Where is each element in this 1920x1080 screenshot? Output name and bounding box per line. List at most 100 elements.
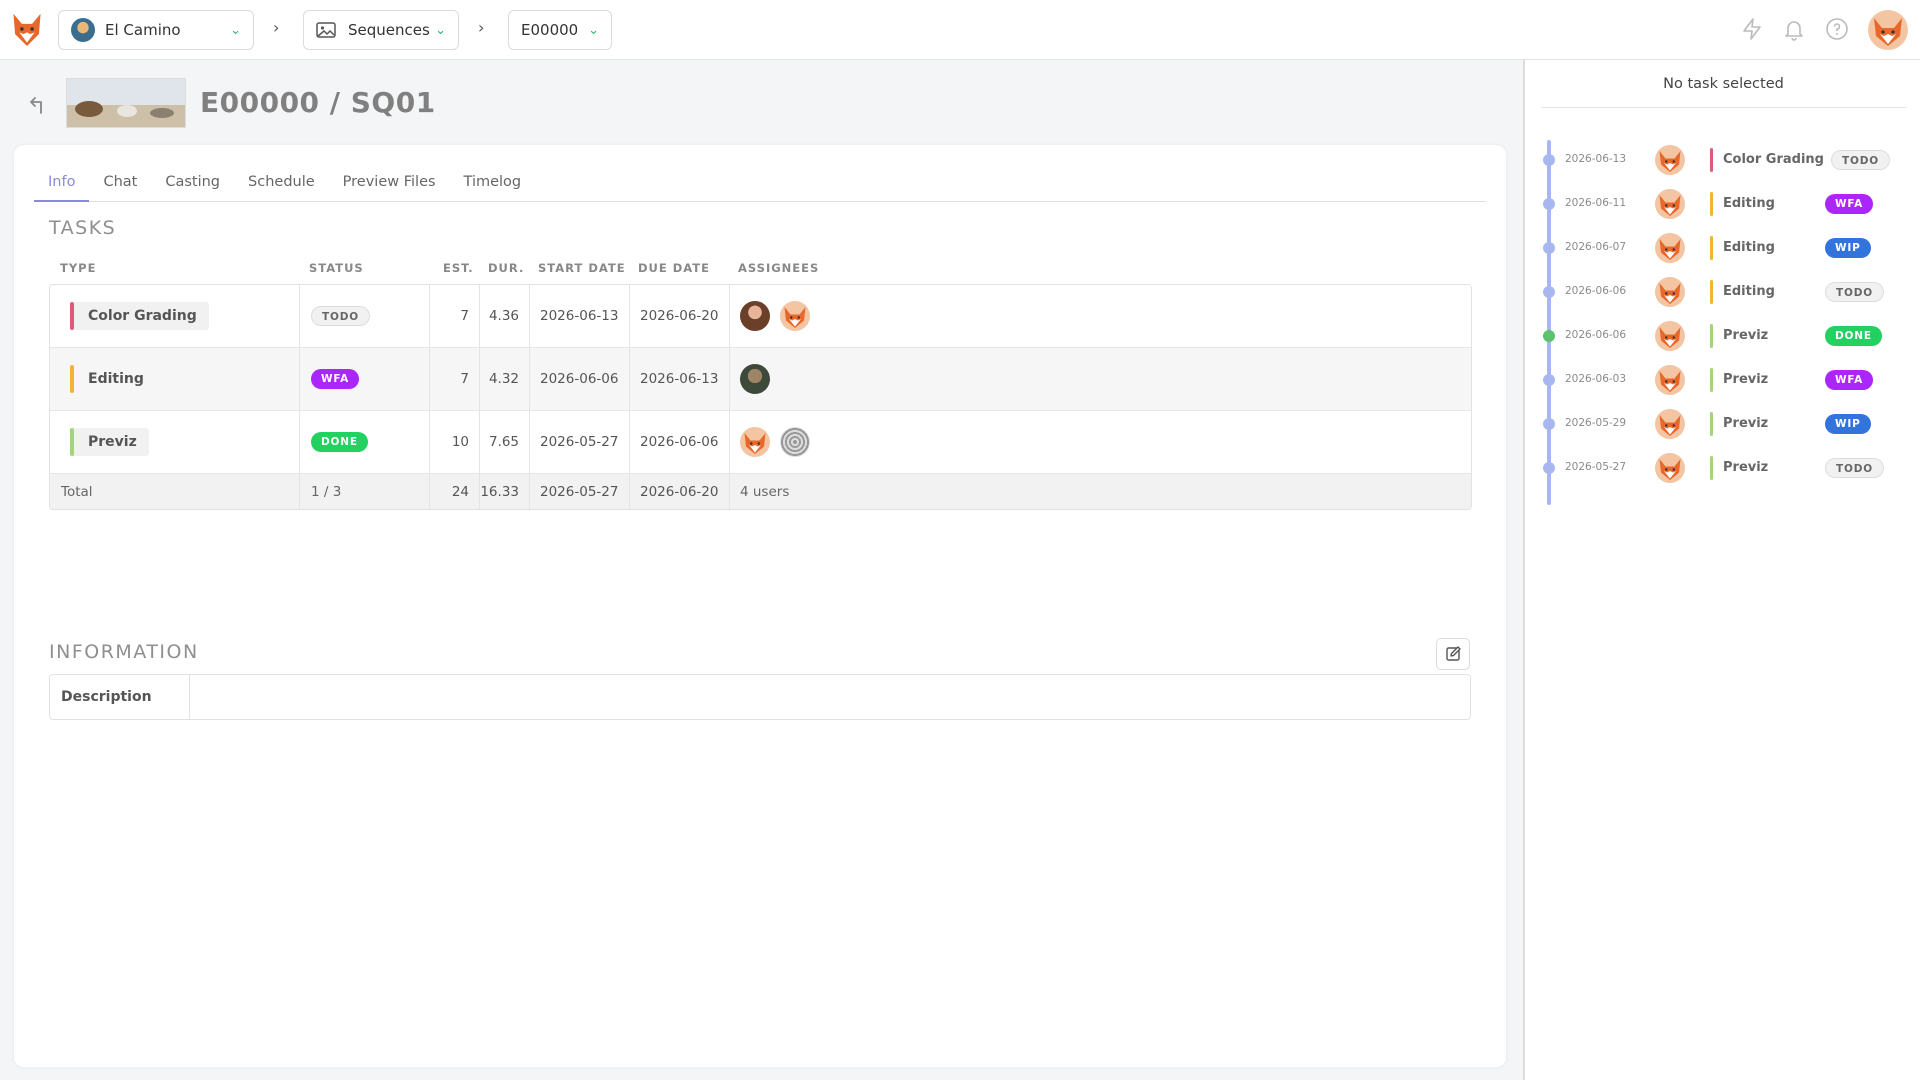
column-type[interactable]: TYPE (60, 261, 96, 275)
task-type-chip[interactable]: Previz (70, 428, 149, 456)
task-type-color (1710, 324, 1713, 348)
column-status[interactable]: STATUS (309, 261, 364, 275)
fox-logo-icon[interactable] (10, 10, 44, 48)
avatar[interactable] (1655, 189, 1685, 219)
avatar[interactable] (1655, 321, 1685, 351)
total-label: Total (50, 474, 300, 509)
chevron-right-icon: › (273, 18, 280, 37)
task-type-chip[interactable]: Editing (70, 365, 156, 393)
table-row[interactable]: Previz DONE 10 7.65 2026-05-27 2026-06-0… (50, 411, 1471, 474)
status-badge[interactable]: DONE (1825, 326, 1882, 346)
timeline-task-type: Editing (1723, 196, 1775, 211)
timeline-item[interactable]: 2026-06-03 Previz WFA (1525, 365, 1920, 395)
production-selector[interactable]: El Camino ⌄ (58, 10, 254, 50)
avatar[interactable] (1655, 277, 1685, 307)
column-dur[interactable]: DUR. (488, 261, 524, 275)
avatar[interactable] (1655, 233, 1685, 263)
total-assignees: 4 users (740, 483, 790, 500)
back-arrow-icon[interactable] (28, 94, 50, 116)
status-badge[interactable]: WFA (1825, 370, 1874, 390)
information-table: Description (49, 674, 1471, 720)
timeline-item[interactable]: 2026-06-11 Editing WFA (1525, 189, 1920, 219)
timeline-item[interactable]: 2026-05-29 Previz WIP (1525, 409, 1920, 439)
column-due-date[interactable]: DUE DATE (638, 261, 710, 275)
total-est: 24 (430, 474, 480, 509)
status-badge[interactable]: DONE (311, 432, 368, 452)
timeline-item[interactable]: 2026-06-07 Editing WIP (1525, 233, 1920, 263)
chevron-right-icon: › (478, 18, 485, 37)
timeline-task-type: Editing (1723, 240, 1775, 255)
tab-bar: Info Chat Casting Schedule Preview Files… (34, 172, 1486, 202)
image-icon (316, 22, 336, 38)
task-dur: 4.32 (480, 348, 530, 410)
table-row[interactable]: Color Grading TODO 7 4.36 2026-06-13 202… (50, 285, 1471, 348)
timeline-date: 2026-05-27 (1565, 461, 1627, 473)
section-name: Sequences (348, 21, 430, 39)
timeline-item[interactable]: 2026-06-13 Color Grading TODO (1525, 145, 1920, 175)
tab-timelog[interactable]: Timelog (450, 172, 536, 202)
timeline-dot (1543, 374, 1555, 386)
lightning-icon[interactable] (1740, 17, 1764, 41)
task-type-cell: Color Grading (50, 285, 300, 347)
avatar[interactable] (1655, 453, 1685, 483)
status-badge[interactable]: TODO (1825, 458, 1884, 478)
table-row[interactable]: Editing WFA 7 4.32 2026-06-06 2026-06-13 (50, 348, 1471, 411)
timeline-date: 2026-06-03 (1565, 373, 1627, 385)
episode-selector[interactable]: E00000 ⌄ (508, 10, 612, 50)
avatar[interactable] (780, 301, 810, 331)
edit-button[interactable] (1436, 638, 1470, 670)
tab-casting[interactable]: Casting (151, 172, 234, 202)
avatar[interactable] (740, 364, 770, 394)
user-avatar[interactable] (1868, 10, 1908, 50)
avatar[interactable] (1655, 365, 1685, 395)
task-type-color (1710, 412, 1713, 436)
task-type-color (1710, 192, 1713, 216)
timeline-dot (1543, 242, 1555, 254)
task-type-chip[interactable]: Color Grading (70, 302, 209, 330)
chevron-down-icon: ⌄ (435, 22, 446, 38)
task-assignees (730, 285, 1470, 347)
task-type-cell: Previz (50, 411, 300, 473)
timeline-date: 2026-06-13 (1565, 153, 1627, 165)
timeline-item[interactable]: 2026-05-27 Previz TODO (1525, 453, 1920, 483)
timeline-item[interactable]: 2026-06-06 Editing TODO (1525, 277, 1920, 307)
tab-info[interactable]: Info (34, 172, 90, 202)
task-side-panel: No task selected 2026-06-13 Color Grading… (1523, 60, 1920, 1080)
sequence-thumbnail[interactable] (66, 78, 186, 128)
avatar[interactable] (1655, 409, 1685, 439)
description-label: Description (50, 675, 190, 719)
timeline-item[interactable]: 2026-06-06 Previz DONE (1525, 321, 1920, 351)
avatar[interactable] (740, 427, 770, 457)
task-start-date: 2026-06-06 (530, 348, 630, 410)
task-dur: 7.65 (480, 411, 530, 473)
task-type-label: Color Grading (88, 308, 197, 324)
episode-name: E00000 (521, 21, 579, 39)
avatar[interactable] (780, 427, 810, 457)
timeline-dot (1543, 462, 1555, 474)
section-selector[interactable]: Sequences ⌄ (303, 10, 459, 50)
help-icon[interactable] (1825, 17, 1849, 41)
tab-schedule[interactable]: Schedule (234, 172, 329, 202)
task-type-color (1710, 280, 1713, 304)
bell-icon[interactable] (1782, 17, 1806, 41)
column-start-date[interactable]: START DATE (538, 261, 626, 275)
status-badge[interactable]: WFA (311, 369, 360, 389)
avatar[interactable] (1655, 145, 1685, 175)
status-badge[interactable]: WIP (1825, 414, 1871, 434)
status-badge[interactable]: WFA (1825, 194, 1874, 214)
column-assignees[interactable]: ASSIGNEES (738, 261, 819, 275)
total-dur: 16.33 (480, 474, 530, 509)
status-badge[interactable]: TODO (1831, 150, 1890, 170)
tasks-section-title: TASKS (49, 217, 117, 239)
tab-chat[interactable]: Chat (89, 172, 151, 202)
avatar[interactable] (740, 301, 770, 331)
task-assignees (730, 348, 1470, 410)
column-est[interactable]: EST. (443, 261, 474, 275)
task-type-color (1710, 368, 1713, 392)
status-badge[interactable]: TODO (1825, 282, 1884, 302)
tab-preview-files[interactable]: Preview Files (329, 172, 450, 202)
status-badge[interactable]: TODO (311, 306, 370, 326)
timeline-date: 2026-05-29 (1565, 417, 1627, 429)
status-badge[interactable]: WIP (1825, 238, 1871, 258)
task-status-cell: DONE (300, 411, 430, 473)
